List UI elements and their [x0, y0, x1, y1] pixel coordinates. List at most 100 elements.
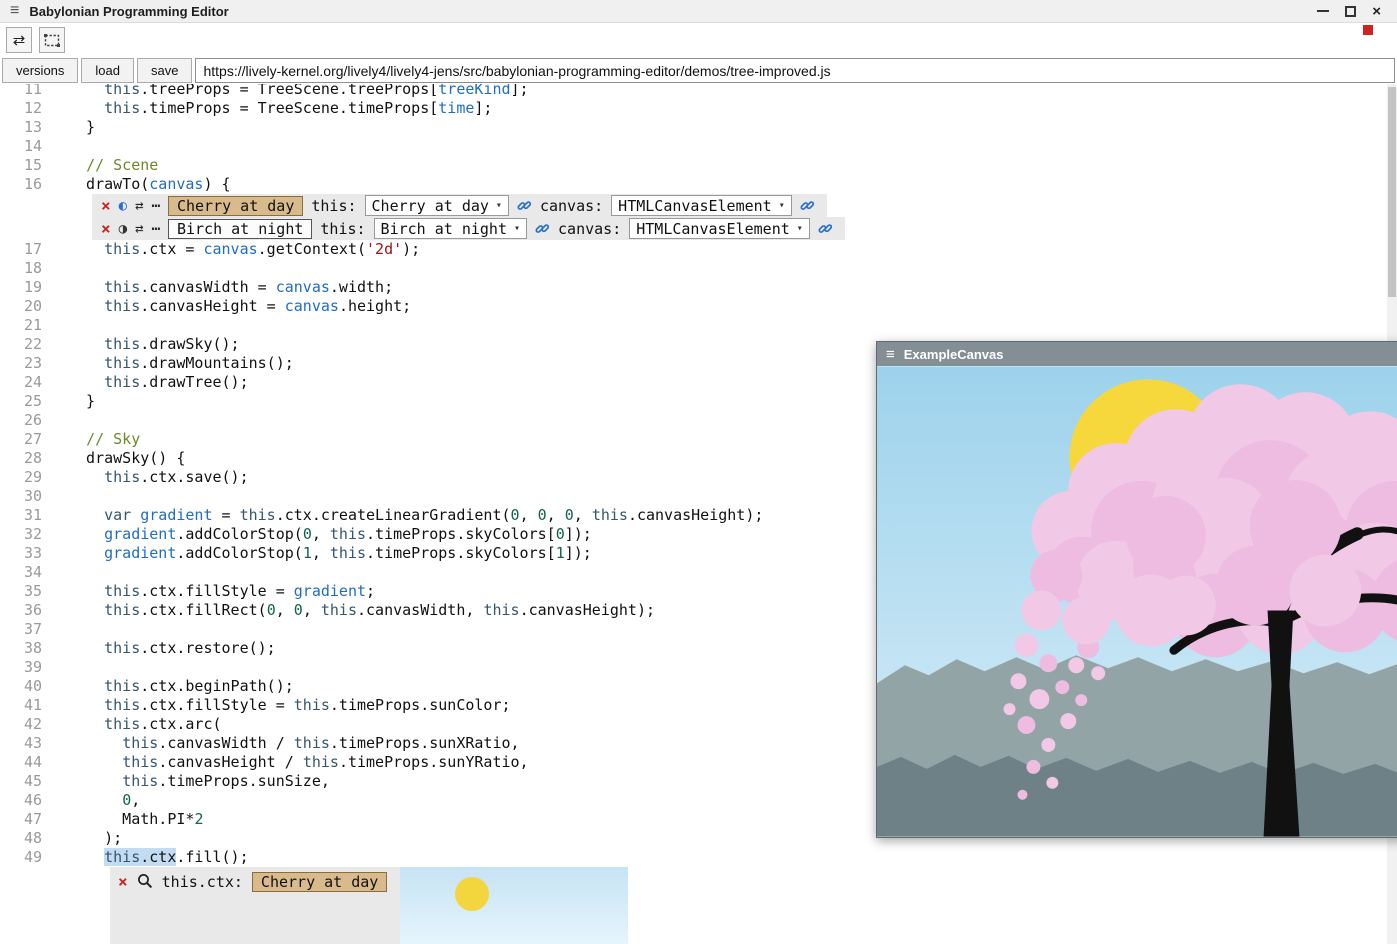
delete-example-icon[interactable]: × — [101, 198, 111, 214]
line-number: 32 — [0, 525, 50, 544]
link-icon[interactable] — [800, 198, 815, 213]
code-line[interactable]: 12 this.timeProps = TreeScene.timeProps[… — [0, 99, 1397, 118]
line-number: 43 — [0, 734, 50, 753]
swap-example-icon[interactable]: ⇄ — [135, 222, 143, 236]
example-canvas-title: ExampleCanvas — [904, 347, 1004, 362]
example-name-button[interactable]: Birch at night — [168, 219, 312, 239]
canvas-label: canvas: — [558, 220, 621, 238]
line-number: 22 — [0, 335, 50, 354]
code-text: drawSky() { — [50, 449, 185, 468]
line-number: 47 — [0, 810, 50, 829]
preview-sun — [455, 877, 489, 911]
line-number: 24 — [0, 373, 50, 392]
line-number: 23 — [0, 354, 50, 373]
line-number: 44 — [0, 753, 50, 772]
more-options-icon[interactable]: ⋯ — [152, 222, 160, 236]
preview-sky — [400, 867, 628, 944]
code-text — [50, 259, 68, 278]
probe-controls: × this.ctx: Cherry at day — [118, 872, 387, 892]
code-text — [50, 411, 68, 430]
link-icon[interactable] — [517, 198, 532, 213]
line-number: 35 — [0, 582, 50, 601]
swap-editor-button[interactable]: ⇄ — [6, 27, 32, 53]
example-name-button[interactable]: Cherry at day — [168, 196, 303, 216]
link-icon[interactable] — [818, 221, 833, 236]
line-number: 11 — [0, 84, 50, 99]
code-text: this.drawMountains(); — [50, 354, 294, 373]
code-line[interactable]: 13 } — [0, 118, 1397, 137]
probe-example-button[interactable]: Cherry at day — [252, 872, 387, 892]
maximize-button[interactable] — [1345, 6, 1356, 17]
tree-scene-canvas — [877, 366, 1397, 837]
example-canvas-window[interactable]: ≡ ExampleCanvas — [876, 341, 1397, 838]
code-line[interactable]: 15 // Scene — [0, 156, 1397, 175]
more-options-icon[interactable]: ⋯ — [152, 199, 160, 213]
code-text: this.ctx.arc( — [50, 715, 222, 734]
close-button[interactable]: × — [1372, 4, 1381, 19]
save-button[interactable]: save — [137, 58, 192, 83]
line-number: 25 — [0, 392, 50, 411]
line-number: 29 — [0, 468, 50, 487]
line-number: 42 — [0, 715, 50, 734]
canvas-value-dropdown[interactable]: HTMLCanvasElement ▾ — [629, 218, 810, 239]
line-number: 45 — [0, 772, 50, 791]
line-number: 38 — [0, 639, 50, 658]
code-line[interactable]: 14 — [0, 137, 1397, 156]
mountains-front — [877, 755, 1397, 837]
code-text: this.timeProps = TreeScene.timeProps[tim… — [50, 99, 492, 118]
code-line[interactable]: 11 this.treeProps = TreeScene.treeProps[… — [0, 84, 1397, 99]
probe-expression-label: this.ctx: — [162, 873, 243, 891]
versions-button[interactable]: versions — [2, 58, 78, 83]
example-canvas-content — [877, 366, 1397, 837]
line-number: 46 — [0, 791, 50, 810]
code-text — [50, 620, 68, 639]
code-text — [50, 137, 68, 156]
menu-icon[interactable]: ≡ — [10, 3, 19, 19]
window-title: Babylonian Programming Editor — [29, 4, 228, 19]
line-number: 19 — [0, 278, 50, 297]
delete-probe-icon[interactable]: × — [118, 874, 128, 890]
window-menu-icon[interactable]: ≡ — [886, 347, 895, 362]
code-line[interactable]: 18 — [0, 259, 1397, 278]
blossom-front — [1126, 478, 1361, 635]
this-label: this: — [311, 197, 356, 215]
line-number: 31 — [0, 506, 50, 525]
code-line[interactable]: 16 drawTo(canvas) { — [0, 175, 1397, 194]
toggle-example-icon[interactable]: ◐ — [119, 199, 127, 213]
select-region-button[interactable] — [39, 27, 65, 53]
example-annotation-birch: × ◑ ⇄ ⋯ Birch at night this: Birch at ni… — [92, 217, 845, 240]
load-button[interactable]: load — [81, 58, 134, 83]
line-number: 34 — [0, 563, 50, 582]
code-line[interactable]: 17 this.ctx = canvas.getContext('2d'); — [0, 240, 1397, 259]
minimize-button[interactable] — [1317, 10, 1329, 12]
line-number: 27 — [0, 430, 50, 449]
scrollbar-thumb[interactable] — [1388, 87, 1396, 297]
example-annotation-cherry: × ◐ ⇄ ⋯ Cherry at day this: Cherry at da… — [92, 194, 827, 217]
this-value-dropdown[interactable]: Cherry at day ▾ — [365, 195, 509, 216]
unsaved-changes-indicator — [1363, 25, 1373, 35]
this-value-dropdown[interactable]: Birch at night ▾ — [374, 218, 527, 239]
this-value: Birch at night — [381, 220, 507, 238]
code-line[interactable]: 21 — [0, 316, 1397, 335]
code-text: this.ctx.fillStyle = gradient; — [50, 582, 375, 601]
code-line[interactable]: 19 this.canvasWidth = canvas.width; — [0, 278, 1397, 297]
example-canvas-titlebar[interactable]: ≡ ExampleCanvas — [877, 342, 1397, 366]
code-text: this.ctx.restore(); — [50, 639, 276, 658]
delete-example-icon[interactable]: × — [101, 221, 111, 237]
link-icon[interactable] — [535, 221, 550, 236]
code-text: this.ctx.beginPath(); — [50, 677, 294, 696]
code-text: } — [50, 118, 95, 137]
line-number: 36 — [0, 601, 50, 620]
code-line[interactable]: 49 this.ctx.fill(); — [0, 848, 1397, 867]
url-input[interactable] — [195, 58, 1395, 83]
line-number: 30 — [0, 487, 50, 506]
probe-canvas-preview — [400, 867, 628, 944]
line-number: 37 — [0, 620, 50, 639]
code-line[interactable]: 20 this.canvasHeight = canvas.height; — [0, 297, 1397, 316]
magnifier-icon[interactable] — [137, 873, 153, 892]
line-number: 48 — [0, 829, 50, 848]
swap-example-icon[interactable]: ⇄ — [135, 199, 143, 213]
toggle-example-icon[interactable]: ◑ — [119, 222, 127, 236]
select-region-icon — [44, 34, 60, 47]
canvas-value-dropdown[interactable]: HTMLCanvasElement ▾ — [611, 195, 792, 216]
